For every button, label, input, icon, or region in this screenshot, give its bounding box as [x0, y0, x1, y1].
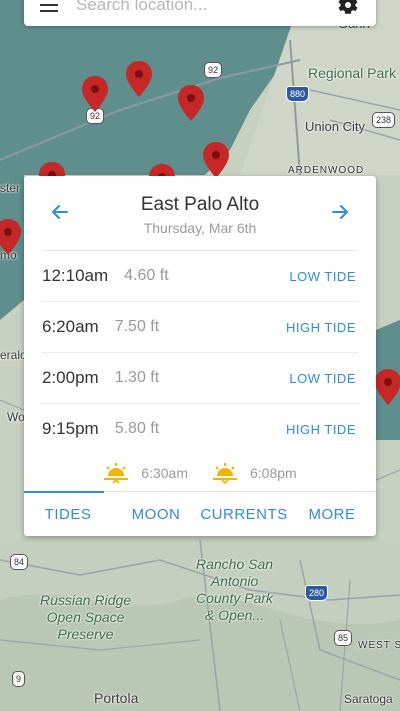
tab-more[interactable]: MORE — [288, 492, 376, 536]
route-9-shield: 9 — [12, 671, 26, 687]
map-pin-icon[interactable] — [125, 60, 153, 98]
tide-type: HIGH TIDE — [286, 319, 356, 335]
route-280-shield: 280 — [305, 585, 329, 601]
sunset-icon — [213, 463, 237, 484]
map-label-west-s: WEST S — [358, 640, 400, 651]
sunrise-time: 6:30am — [141, 465, 188, 481]
route-880-shield: 880 — [286, 86, 310, 102]
map-pin-icon[interactable] — [202, 141, 230, 179]
map-label-portola: Portola — [94, 690, 139, 706]
tide-row: 12:10am 4.60 ft LOW TIDE — [42, 251, 358, 302]
card-header: East Palo Alto Thursday, Mar 6th — [42, 176, 358, 251]
tide-time: 2:00pm — [42, 368, 99, 387]
search-bar: Search location... — [24, 0, 376, 26]
tide-row: 6:20am 7.50 ft HIGH TIDE — [42, 302, 358, 353]
gear-icon[interactable] — [336, 0, 360, 17]
map-pin-icon[interactable] — [177, 84, 205, 122]
tide-time: 12:10am — [42, 266, 109, 285]
tide-row: 2:00pm 1.30 ft LOW TIDE — [42, 353, 358, 404]
arrow-right-icon[interactable] — [330, 202, 350, 222]
location-title: East Palo Alto — [140, 194, 260, 215]
map-pin-icon[interactable] — [0, 218, 22, 256]
route-84-shield: 84 — [10, 554, 29, 570]
tide-height: 4.60 ft — [124, 267, 169, 284]
map-label-russian-ridge: Russian Ridge Open Space Preserve — [40, 592, 132, 642]
map-label-union-city: Union City — [305, 119, 365, 134]
tab-bar: TIDES MOON CURRENTS MORE — [24, 491, 376, 536]
map-label-garin-park: Regional Park — [308, 65, 396, 81]
location-date: Thursday, Mar 6th — [143, 220, 257, 236]
route-238-shield: 238 — [372, 112, 396, 128]
tide-type: HIGH TIDE — [286, 421, 356, 437]
route-92-shield: 92 — [204, 62, 223, 78]
tide-type: LOW TIDE — [289, 268, 356, 284]
tide-height: 5.80 ft — [114, 420, 160, 437]
map-pin-icon[interactable] — [374, 368, 400, 406]
map-label-edge-eral: eralo — [0, 348, 27, 362]
sunrise: 6:30am — [103, 462, 188, 484]
tab-currents[interactable]: CURRENTS — [200, 492, 288, 536]
tab-moon[interactable]: MOON — [112, 492, 200, 536]
tide-row: 9:15pm 5.80 ft HIGH TIDE — [42, 404, 358, 454]
tab-tides[interactable]: TIDES — [24, 491, 112, 536]
tide-time: 9:15pm — [42, 419, 99, 438]
tide-height: 1.30 ft — [114, 369, 160, 386]
tide-time: 6:20am — [42, 317, 99, 336]
sunset: 6:08pm — [212, 462, 297, 484]
map-label-edge-wo: Wo — [7, 410, 25, 424]
map-label-ardenwood: ARDENWOOD — [288, 165, 365, 176]
route-85-shield: 85 — [334, 630, 353, 646]
tide-type: LOW TIDE — [289, 370, 356, 386]
sunrise-icon — [104, 463, 129, 484]
map-label-rancho: Rancho San Antonio County Park & Open... — [196, 556, 274, 623]
search-input[interactable]: Search location... — [76, 0, 336, 15]
sunset-time: 6:08pm — [250, 465, 297, 481]
tide-height: 7.50 ft — [114, 318, 160, 335]
sun-times-row: 6:30am 6:08pm — [24, 454, 376, 492]
map-pin-icon[interactable] — [81, 75, 109, 113]
map-label-edge-ster: ster — [0, 181, 21, 195]
tide-card: East Palo Alto Thursday, Mar 6th 12:10am… — [24, 176, 376, 536]
map-label-saratoga: Saratoga — [344, 692, 393, 706]
menu-icon[interactable] — [40, 0, 62, 16]
